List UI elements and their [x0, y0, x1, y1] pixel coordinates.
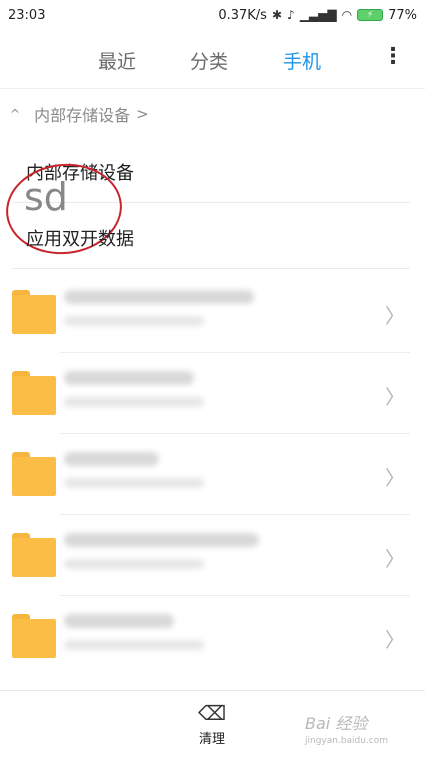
folder-row[interactable]: 〉 [0, 515, 425, 596]
watermark: Bai 经验 jingyan.baidu.com [305, 710, 388, 746]
chevron-right-icon: 〉 [385, 385, 405, 409]
tab-bar: 最近 分类 手机 ⋮ [0, 38, 425, 82]
folder-icon [12, 533, 56, 577]
folder-row[interactable]: 〉 [0, 272, 425, 353]
clean-button[interactable]: ⌫ 清理 [190, 700, 234, 750]
folder-icon [12, 614, 56, 658]
broom-icon: ⌫ [197, 701, 227, 725]
clean-label: 清理 [198, 732, 225, 747]
chevron-right-icon: 〉 [385, 547, 405, 571]
network-speed: 0.37K/s [218, 7, 267, 23]
status-icons: 0.37K/s ✱ ♪ ▁▃▅▇ ◠ ⚡ 77% [218, 8, 417, 23]
status-bar: 23:03 0.37K/s ✱ ♪ ▁▃▅▇ ◠ ⚡ 77% [0, 0, 425, 30]
folder-name-blurred [64, 614, 174, 628]
chevron-right-icon: > [136, 105, 149, 123]
battery-percent: 77% [388, 7, 417, 23]
folder-info-blurred [64, 559, 204, 569]
status-time: 23:03 [8, 7, 46, 23]
folder-name-blurred [64, 452, 159, 466]
folder-icon [12, 371, 56, 415]
signal-icon: ▁▃▅▇ [299, 8, 337, 22]
tab-category[interactable]: 分类 [190, 47, 228, 74]
bottom-divider [0, 690, 425, 691]
folder-name-blurred [64, 290, 254, 304]
wifi-icon: ◠ [341, 8, 353, 22]
bluetooth-icon: ✱ [271, 8, 283, 22]
folder-row[interactable]: 〉 [0, 353, 425, 434]
battery-icon: ⚡ [357, 9, 384, 21]
dual-app-data-item[interactable]: 应用双开数据 [26, 225, 134, 251]
mute-icon: ♪ [287, 8, 295, 22]
tab-recent[interactable]: 最近 [98, 47, 136, 74]
tab-phone[interactable]: 手机 [283, 47, 321, 74]
folder-info-blurred [64, 316, 204, 326]
folder-info-blurred [64, 397, 204, 407]
folder-icon [12, 290, 56, 334]
watermark-url: jingyan.baidu.com [305, 736, 389, 746]
chevron-right-icon: 〉 [385, 304, 405, 328]
more-options-icon[interactable]: ⋮ [382, 46, 404, 68]
folder-info-blurred [64, 640, 204, 650]
folder-icon [12, 452, 56, 496]
watermark-text: Bai 经验 [305, 714, 368, 733]
chevron-right-icon: 〉 [385, 628, 405, 652]
divider [12, 268, 410, 269]
folder-info-blurred [64, 478, 204, 488]
breadcrumb-label: 内部存储设备 [34, 106, 131, 125]
breadcrumb[interactable]: ^ 内部存储设备 > [10, 102, 149, 126]
collapse-icon[interactable]: ^ [10, 107, 20, 121]
header-divider [0, 88, 425, 89]
folder-row[interactable]: 〉 [0, 596, 425, 677]
chevron-right-icon: 〉 [385, 466, 405, 490]
folder-row[interactable]: 〉 [0, 434, 425, 515]
folder-name-blurred [64, 371, 194, 385]
folder-name-blurred [64, 533, 259, 547]
